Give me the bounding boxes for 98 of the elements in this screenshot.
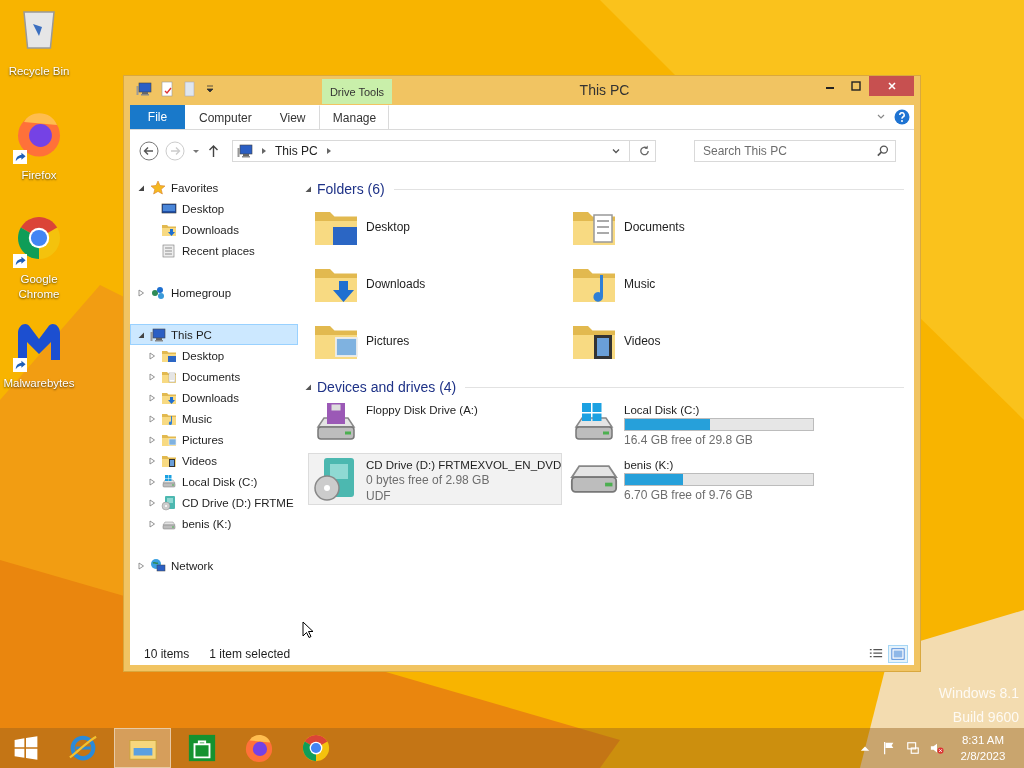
tree-item[interactable]: Downloads: [130, 219, 298, 240]
breadcrumb[interactable]: This PC: [275, 144, 318, 158]
homegroup-icon: [150, 284, 166, 301]
clock-date: 2/8/2023: [960, 749, 1006, 764]
collapse-group-icon[interactable]: [304, 383, 312, 391]
tree-item[interactable]: Downloads: [130, 387, 298, 408]
tree-item[interactable]: Favorites: [130, 177, 298, 198]
chrome-icon: [301, 733, 331, 763]
group-header[interactable]: Folders (6): [317, 181, 385, 197]
folder-tile[interactable]: Downloads: [308, 257, 562, 311]
folder-tile[interactable]: Videos: [566, 314, 820, 368]
free-space: 6.70 GB free of 9.76 GB: [624, 488, 754, 502]
drive-tile[interactable]: benis (K:) 6.70 GB free of 9.76 GB: [566, 453, 820, 505]
drive-name: Floppy Disk Drive (A:): [366, 404, 478, 416]
tree-item[interactable]: Desktop: [130, 345, 298, 366]
ribbon-tab[interactable]: Manage: [319, 105, 390, 129]
windows-logo-icon: [13, 735, 39, 761]
drive-icon: [161, 473, 177, 490]
folder-name: Music: [624, 277, 656, 291]
folder-name: Desktop: [366, 220, 411, 234]
help-icon[interactable]: [894, 109, 910, 125]
tree-item[interactable]: Music: [130, 408, 298, 429]
file-tab[interactable]: File: [130, 105, 185, 129]
os-version-label: Windows 8.1: [938, 684, 1019, 702]
back-icon[interactable]: [139, 141, 159, 161]
folder-tile[interactable]: Pictures: [308, 314, 562, 368]
mouse-pointer-icon: [302, 621, 314, 639]
tree-item[interactable]: Desktop: [130, 198, 298, 219]
free-space: 16.4 GB free of 29.8 GB: [624, 433, 754, 447]
disc-icon: [161, 494, 177, 511]
folder-name: Pictures: [366, 334, 410, 348]
drive-tile[interactable]: Local Disk (C:) 16.4 GB free of 29.8 GB: [566, 398, 820, 450]
close-icon: [886, 81, 897, 91]
folder-tile[interactable]: Documents: [566, 200, 820, 254]
tree-item[interactable]: Pictures: [130, 429, 298, 450]
chrome-icon[interactable]: [15, 214, 63, 262]
tree-item[interactable]: benis (K:): [130, 513, 298, 534]
maximize-icon: [851, 81, 861, 91]
drive-tile[interactable]: CD Drive (D:) FRTMEXVOL_EN_DVD 0 bytes free of 2.98 GB UDF: [308, 453, 562, 505]
drive-tile[interactable]: Floppy Disk Drive (A:): [308, 398, 562, 450]
ribbon-tab[interactable]: Computer: [185, 105, 266, 129]
network-icon[interactable]: [906, 741, 920, 755]
selection-count: 1 item selected: [209, 647, 291, 661]
properties-icon[interactable]: [159, 81, 175, 97]
drive-name: CD Drive (D:) FRTMEXVOL_EN_DVD: [366, 459, 562, 471]
os-version-label: Build 9600: [952, 708, 1019, 726]
chevron-right-icon[interactable]: [325, 147, 332, 155]
address-bar[interactable]: This PC: [232, 140, 656, 162]
computer-icon: [150, 326, 166, 343]
free-space: 0 bytes free of 2.98 GB: [366, 473, 491, 487]
item-count: 10 items: [144, 647, 190, 661]
chevron-right-icon[interactable]: [261, 147, 267, 155]
tree-item[interactable]: Network: [130, 555, 298, 576]
window-title: This PC: [578, 81, 631, 100]
flag-icon[interactable]: [882, 741, 896, 755]
collapse-group-icon[interactable]: [304, 185, 312, 193]
star-icon: [150, 179, 166, 196]
dropdown-icon[interactable]: [611, 146, 621, 156]
computer-icon: [237, 143, 253, 159]
folder-name: Videos: [624, 334, 661, 348]
internet-explorer-icon: [68, 733, 98, 763]
firefox-icon: [244, 733, 274, 763]
folder-name: Downloads: [366, 277, 426, 291]
tiles-view-button[interactable]: [888, 645, 908, 663]
speaker-muted-icon[interactable]: [930, 741, 944, 755]
tree-item[interactable]: CD Drive (D:) FRTME: [130, 492, 298, 513]
tree-item[interactable]: Recent places: [130, 240, 298, 261]
tree-item[interactable]: This PC: [130, 324, 298, 345]
network-icon: [150, 557, 166, 574]
drive-name: Local Disk (C:): [624, 404, 701, 416]
tree-item[interactable]: Documents: [130, 366, 298, 387]
contextual-tab-header: Drive Tools: [322, 79, 392, 104]
clock-time: 8:31 AM: [961, 733, 1005, 748]
document-icon: [161, 242, 177, 259]
tiles-view-icon: [891, 647, 905, 661]
tree-item[interactable]: Local Disk (C:): [130, 471, 298, 492]
folder-tile[interactable]: Desktop: [308, 200, 562, 254]
up-arrow-icon[interactable]: [207, 144, 220, 158]
file-system: UDF: [366, 489, 392, 503]
drive-icon: [570, 464, 618, 494]
tree-item[interactable]: Homegroup: [130, 282, 298, 303]
folder-name: Documents: [624, 220, 685, 234]
monitor-icon: [161, 200, 177, 217]
taskbar-app-button[interactable]: [114, 728, 171, 768]
close-button[interactable]: [869, 76, 914, 96]
computer-icon[interactable]: [136, 81, 152, 97]
refresh-icon[interactable]: [638, 144, 651, 158]
drive-name: benis (K:): [624, 459, 675, 471]
expander-icon[interactable]: [137, 183, 145, 192]
dropdown-icon[interactable]: [205, 84, 215, 94]
expander-icon[interactable]: [137, 330, 145, 339]
folder-tile[interactable]: Music: [566, 257, 820, 311]
group-header[interactable]: Devices and drives (4): [317, 379, 457, 395]
firefox-icon[interactable]: [15, 110, 63, 158]
search-field[interactable]: Search This PC: [694, 140, 896, 162]
tree-item[interactable]: Videos: [130, 450, 298, 471]
search-icon[interactable]: [876, 144, 889, 158]
ribbon-tab[interactable]: View: [265, 105, 320, 129]
